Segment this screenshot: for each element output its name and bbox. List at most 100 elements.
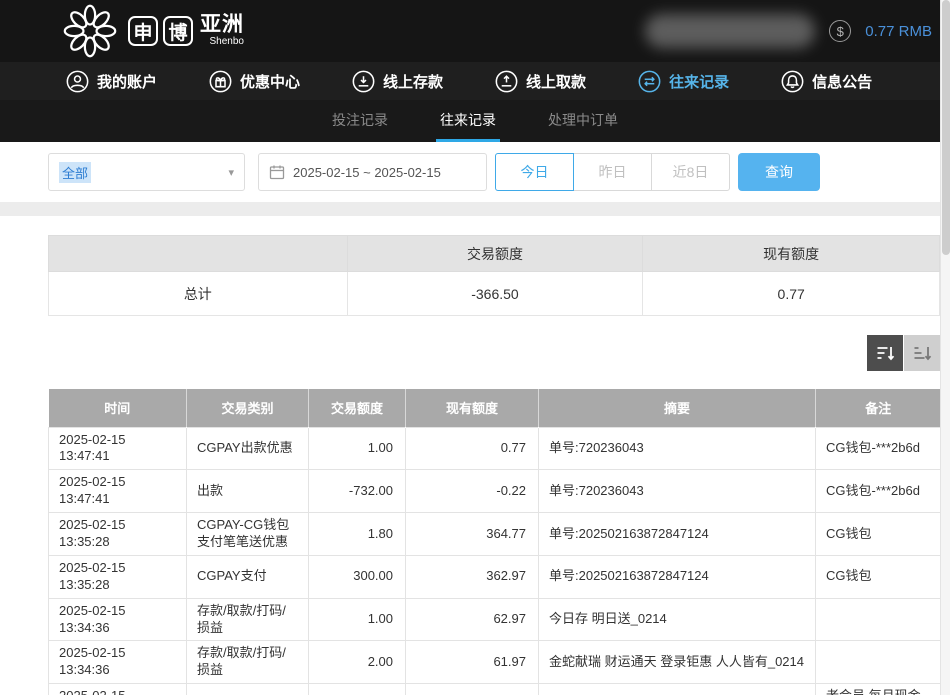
nav-item-deposit[interactable]: 线上存款	[352, 70, 443, 93]
balance-cell: 61.97	[406, 641, 539, 684]
header-balance: 现有额度	[406, 389, 539, 427]
nav-label: 往来记录	[669, 71, 729, 92]
table-row: 2025-02-15 13:34:33活动优惠58.0059.97老会员 每月现…	[49, 684, 941, 695]
balance-cell: 62.97	[406, 598, 539, 641]
filter-bar: 全部 ▾ 2025-02-15 ~ 2025-02-15 今日 昨日 近8日 查…	[0, 142, 950, 202]
summary-total-row: 总计 -366.50 0.77	[49, 272, 940, 316]
nav-label: 我的账户	[97, 71, 157, 92]
quick-date-group: 今日 昨日 近8日	[495, 153, 730, 191]
category-cell: 存款/取款/打码/损益	[187, 598, 309, 641]
type-select[interactable]: 全部 ▾	[48, 153, 245, 191]
withdraw-icon	[495, 70, 518, 93]
logo-char-bo: 博	[163, 16, 193, 46]
last-8-days-button[interactable]: 近8日	[651, 153, 730, 191]
amount-cell: 1.80	[309, 513, 406, 556]
time-cell: 2025-02-15 13:47:41	[49, 427, 187, 470]
nav-item-promotions[interactable]: 优惠中心	[209, 70, 300, 93]
time-cell: 2025-02-15 13:34:33	[49, 684, 187, 695]
deposit-icon	[352, 70, 375, 93]
table-row: 2025-02-15 13:34:36存款/取款/打码/损益2.0061.97金…	[49, 641, 941, 684]
user-icon	[66, 70, 89, 93]
logo-en-text: Shenbo	[210, 35, 244, 48]
yesterday-button[interactable]: 昨日	[573, 153, 652, 191]
calendar-icon	[269, 164, 285, 180]
amount-cell: 300.00	[309, 555, 406, 598]
top-bar: 申 博 亚洲 Shenbo $ 0.77 RMB	[0, 0, 950, 62]
nav-label: 线上存款	[383, 71, 443, 92]
amount-cell: 1.00	[309, 598, 406, 641]
chevron-down-icon: ▾	[228, 166, 234, 179]
summary-balance-total: 0.77	[643, 272, 940, 316]
page-scrollbar[interactable]	[940, 0, 950, 695]
nav-label: 信息公告	[812, 71, 872, 92]
category-cell: CGPAY支付	[187, 555, 309, 598]
nav-label: 线上取款	[526, 71, 586, 92]
today-button[interactable]: 今日	[495, 153, 574, 191]
remark-cell: CG钱包	[816, 555, 941, 598]
currency-icon: $	[829, 20, 851, 42]
category-cell: 出款	[187, 470, 309, 513]
table-row: 2025-02-15 13:35:28CGPAY-CG钱包支付笔笔送优惠1.80…	[49, 513, 941, 556]
header-time: 时间	[49, 389, 187, 427]
type-select-value: 全部	[59, 162, 91, 183]
tab-betting-records[interactable]: 投注记录	[328, 100, 392, 142]
table-row: 2025-02-15 13:34:36存款/取款/打码/损益1.0062.97今…	[49, 598, 941, 641]
records-icon	[638, 70, 661, 93]
sort-descending-icon	[874, 342, 896, 364]
nav-label: 优惠中心	[240, 71, 300, 92]
nav-item-announcements[interactable]: 信息公告	[781, 70, 872, 93]
scrollbar-thumb[interactable]	[942, 0, 950, 255]
balance-cell: 59.97	[406, 684, 539, 695]
time-cell: 2025-02-15 13:35:28	[49, 513, 187, 556]
summary-cell: 单号:202502163872847124	[539, 513, 816, 556]
date-range-input[interactable]: 2025-02-15 ~ 2025-02-15	[258, 153, 487, 191]
category-cell: CGPAY-CG钱包支付笔笔送优惠	[187, 513, 309, 556]
header-remark: 备注	[816, 389, 941, 427]
table-header-row: 时间 交易类别 交易额度 现有额度 摘要 备注	[49, 389, 941, 427]
summary-trade-total: -366.50	[347, 272, 643, 316]
account-balance: 0.77 RMB	[865, 23, 932, 40]
search-button[interactable]: 查询	[738, 153, 820, 191]
time-cell: 2025-02-15 13:47:41	[49, 470, 187, 513]
category-cell: 存款/取款/打码/损益	[187, 641, 309, 684]
blurred-username	[645, 14, 815, 48]
nav-item-withdraw[interactable]: 线上取款	[495, 70, 586, 93]
bell-icon	[781, 70, 804, 93]
logo-char-shen: 申	[128, 16, 158, 46]
summary-cell	[539, 684, 816, 695]
header-amount: 交易额度	[309, 389, 406, 427]
summary-cell: 今日存 明日送_0214	[539, 598, 816, 641]
tab-transaction-records[interactable]: 往来记录	[436, 100, 500, 142]
time-cell: 2025-02-15 13:34:36	[49, 641, 187, 684]
remark-cell: 老会员 每月现金回馈	[816, 684, 941, 695]
time-cell: 2025-02-15 13:35:28	[49, 555, 187, 598]
summary-table: 交易额度 现有额度 总计 -366.50 0.77	[48, 235, 940, 316]
summary-header-empty	[49, 236, 348, 272]
remark-cell: CG钱包	[816, 513, 941, 556]
tab-pending-orders[interactable]: 处理中订单	[544, 100, 622, 142]
header-summary: 摘要	[539, 389, 816, 427]
summary-total-label: 总计	[49, 272, 348, 316]
remark-cell	[816, 641, 941, 684]
summary-header-trade: 交易额度	[347, 236, 643, 272]
summary-cell: 单号:202502163872847124	[539, 555, 816, 598]
category-cell: CGPAY出款优惠	[187, 427, 309, 470]
brand-logo[interactable]: 申 博 亚洲 Shenbo	[62, 3, 244, 59]
balance-cell: 364.77	[406, 513, 539, 556]
flower-logo-icon	[62, 3, 118, 59]
amount-cell: 2.00	[309, 641, 406, 684]
main-nav: 我的账户 优惠中心 线上存款 线上取款 往来记录 信息公告	[0, 62, 950, 100]
amount-cell: -732.00	[309, 470, 406, 513]
logo-cn-text: 亚洲	[200, 14, 244, 35]
balance-cell: 0.77	[406, 427, 539, 470]
summary-cell: 单号:720236043	[539, 427, 816, 470]
transactions-table: 时间 交易类别 交易额度 现有额度 摘要 备注 2025-02-15 13:47…	[48, 389, 941, 695]
remark-cell: CG钱包-***2b6d	[816, 470, 941, 513]
nav-item-transactions[interactable]: 往来记录	[638, 70, 729, 93]
sort-ascending-button[interactable]	[904, 335, 940, 371]
amount-cell: 1.00	[309, 427, 406, 470]
sort-descending-button[interactable]	[867, 335, 903, 371]
nav-item-my-account[interactable]: 我的账户	[66, 70, 157, 93]
summary-header-balance: 现有额度	[643, 236, 940, 272]
sort-controls	[48, 335, 940, 371]
